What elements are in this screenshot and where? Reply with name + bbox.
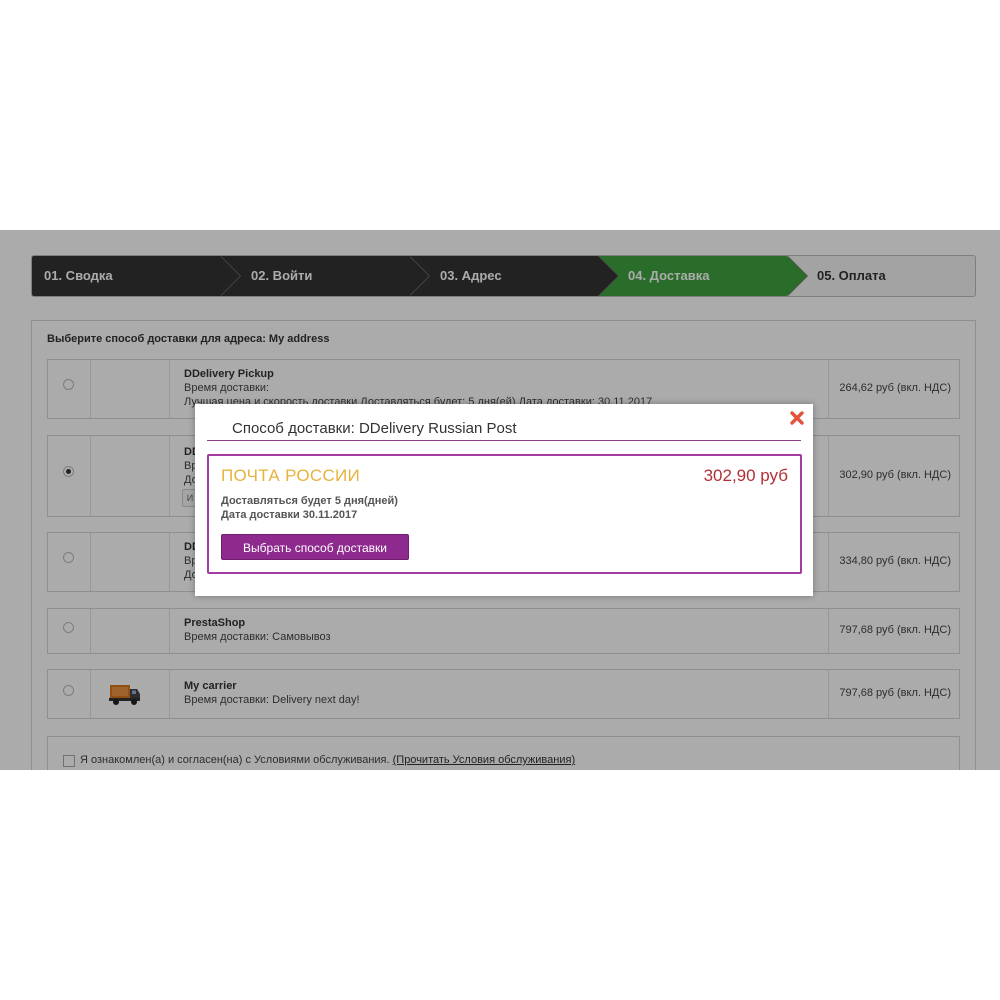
option-price: 302,90 руб: [703, 466, 788, 485]
close-icon[interactable]: [789, 410, 805, 426]
choose-delivery-button[interactable]: Выбрать способ доставки: [221, 534, 409, 560]
delivery-modal: Способ доставки: DDelivery Russian Post …: [195, 404, 813, 596]
option-name: ПОЧТА РОССИИ: [221, 466, 361, 485]
modal-divider: [207, 440, 801, 441]
option-delivery-date: Дата доставки 30.11.2017: [221, 509, 358, 521]
checkout-screen: 05. Оплата 04. Доставка 03. Адрес 02. Во…: [0, 230, 1000, 770]
modal-title: Способ доставки: DDelivery Russian Post: [232, 420, 517, 437]
delivery-option-card: ПОЧТА РОССИИ 302,90 руб Доставляться буд…: [207, 454, 802, 574]
option-delivery-days: Доставляться будет 5 дня(дней): [221, 495, 398, 507]
